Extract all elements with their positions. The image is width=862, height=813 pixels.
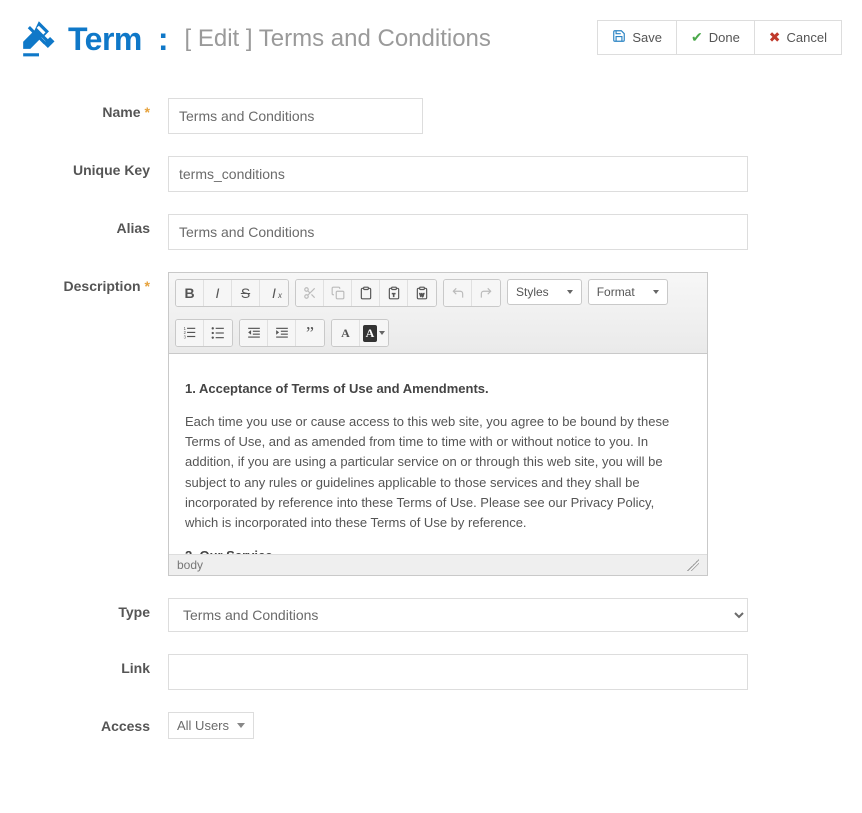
styles-dropdown[interactable]: Styles	[507, 279, 582, 305]
save-icon	[612, 29, 626, 46]
content-heading-2: 2. Our Service.	[185, 548, 276, 554]
cancel-button[interactable]: ✖ Cancel	[754, 20, 842, 55]
blockquote-button[interactable]: ”	[296, 320, 324, 346]
strike-button[interactable]: S	[232, 280, 260, 306]
alias-input[interactable]	[168, 214, 748, 250]
label-type: Type	[20, 598, 160, 620]
label-description: Description*	[20, 272, 160, 294]
check-icon: ✔	[691, 29, 703, 46]
label-unique-key: Unique Key	[20, 156, 160, 178]
paste-button[interactable]	[352, 280, 380, 306]
italic-button[interactable]: I	[204, 280, 232, 306]
indent-button[interactable]	[268, 320, 296, 346]
done-label: Done	[709, 30, 740, 45]
ul-button[interactable]	[204, 320, 232, 346]
resize-handle-icon[interactable]	[687, 559, 699, 571]
content-heading-1: 1. Acceptance of Terms of Use and Amendm…	[185, 381, 489, 396]
unique-key-input[interactable]	[168, 156, 748, 192]
label-name: Name*	[20, 98, 160, 120]
name-input[interactable]	[168, 98, 423, 134]
gavel-icon	[20, 20, 58, 58]
editor-path-bar: body	[169, 554, 707, 575]
save-label: Save	[632, 30, 662, 45]
undo-button[interactable]	[444, 280, 472, 306]
paste-text-button[interactable]: T	[380, 280, 408, 306]
link-input[interactable]	[168, 654, 748, 690]
format-dropdown[interactable]: Format	[588, 279, 668, 305]
page-title-block: Term : [ Edit ] Terms and Conditions	[20, 20, 491, 58]
svg-text:3: 3	[183, 334, 186, 339]
bg-color-button[interactable]: A	[360, 320, 388, 346]
page-title: Term	[68, 21, 142, 58]
svg-text:T: T	[392, 293, 395, 298]
text-color-button[interactable]: A	[332, 320, 360, 346]
page-subtitle: [ Edit ] Terms and Conditions	[185, 25, 491, 53]
save-button[interactable]: Save	[597, 20, 677, 55]
cancel-icon: ✖	[769, 29, 781, 46]
editor-element-path[interactable]: body	[177, 558, 203, 572]
type-select[interactable]: Terms and Conditions	[168, 598, 748, 632]
title-separator: :	[158, 21, 169, 58]
editor-toolbar: B I S Ix	[169, 273, 707, 354]
action-toolbar: Save ✔ Done ✖ Cancel	[597, 20, 842, 55]
label-access: Access	[20, 712, 160, 734]
chevron-down-icon	[237, 723, 245, 728]
paste-word-button[interactable]: W	[408, 280, 436, 306]
label-alias: Alias	[20, 214, 160, 236]
ol-button[interactable]: 123	[176, 320, 204, 346]
redo-button[interactable]	[472, 280, 500, 306]
bold-button[interactable]: B	[176, 280, 204, 306]
label-link: Link	[20, 654, 160, 676]
svg-text:W: W	[420, 293, 425, 298]
content-paragraph-1: Each time you use or cause access to thi…	[185, 412, 691, 533]
remove-format-button[interactable]: Ix	[260, 280, 288, 306]
copy-button[interactable]	[324, 280, 352, 306]
editor-content-area[interactable]: 1. Acceptance of Terms of Use and Amendm…	[169, 354, 707, 554]
cancel-label: Cancel	[787, 30, 827, 45]
done-button[interactable]: ✔ Done	[676, 20, 755, 55]
outdent-button[interactable]	[240, 320, 268, 346]
cut-button[interactable]	[296, 280, 324, 306]
rich-text-editor: B I S Ix	[168, 272, 708, 576]
access-select[interactable]: All Users	[168, 712, 254, 739]
